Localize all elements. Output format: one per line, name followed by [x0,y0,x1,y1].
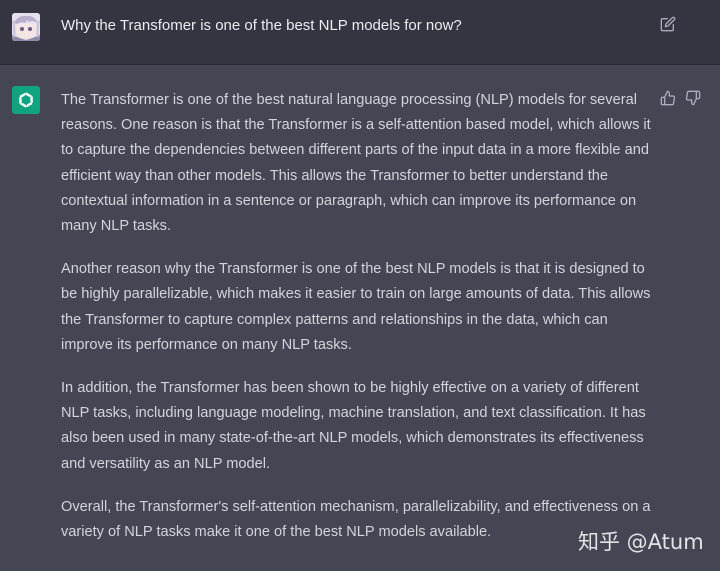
thumbs-down-button[interactable] [685,90,703,108]
assistant-message-row: The Transformer is one of the best natur… [0,65,720,571]
edit-icon [660,16,676,32]
edit-button[interactable] [660,16,678,34]
user-avatar [12,13,40,41]
assistant-response: The Transformer is one of the best natur… [61,88,661,563]
user-message-text: Why the Transfomer is one of the best NL… [61,17,462,34]
response-paragraph: In addition, the Transformer has been sh… [61,380,646,472]
response-paragraph: Another reason why the Transformer is on… [61,261,651,353]
response-paragraph: Overall, the Transformer's self-attentio… [61,498,651,541]
response-paragraph: The Transformer is one of the best natur… [61,92,651,235]
thumbs-up-icon [660,90,676,106]
thumbs-down-icon [685,90,701,106]
assistant-avatar [12,86,40,114]
user-avatar-image [12,13,40,41]
chat-thread: Why the Transfomer is one of the best NL… [0,0,720,571]
user-message-row: Why the Transfomer is one of the best NL… [0,0,720,65]
openai-logo-icon [19,92,33,108]
thumbs-up-button[interactable] [660,90,678,108]
